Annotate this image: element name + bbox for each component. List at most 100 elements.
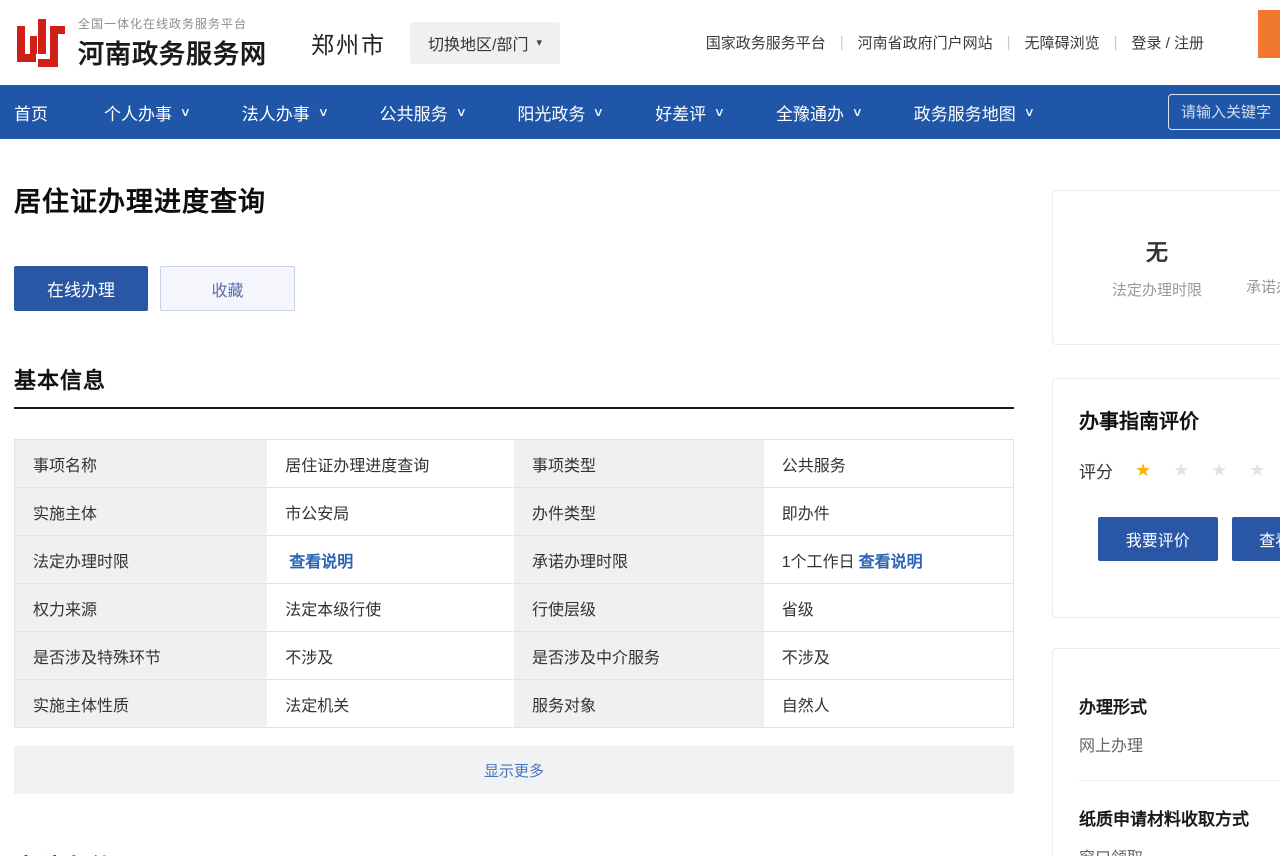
- star-icon[interactable]: ★: [1135, 460, 1151, 481]
- info-label-cell: 服务对象: [514, 680, 764, 728]
- view-explanation-link[interactable]: 查看说明: [289, 554, 353, 571]
- nav-item[interactable]: 法人办事 ∨: [216, 100, 354, 125]
- cell-text: 实施主体: [33, 506, 97, 523]
- chevron-down-icon: ∨: [714, 105, 725, 119]
- view-ratings-button[interactable]: 查看评价: [1232, 517, 1280, 561]
- cell-text: 行使层级: [532, 602, 596, 619]
- table-row: 法定办理时限查看说明承诺办理时限1个工作日查看说明: [15, 536, 1014, 584]
- cell-text: 市公安局: [285, 506, 349, 523]
- nav-item[interactable]: 公共服务 ∨: [354, 100, 492, 125]
- region-switcher-label: 切换地区/部门: [428, 31, 528, 55]
- info-value-cell: 查看说明: [267, 536, 514, 584]
- info-value-cell: 居住证办理进度查询: [267, 440, 514, 488]
- orange-accent-block[interactable]: [1258, 10, 1280, 58]
- cell-text: 事项类型: [532, 458, 596, 475]
- rating-buttons: 我要评价 查看评价: [1098, 517, 1280, 561]
- cell-text: 是否涉及特殊环节: [33, 650, 161, 667]
- nav-item-label: 好差评: [655, 100, 706, 125]
- chevron-down-icon: ∨: [593, 105, 604, 119]
- chevron-down-icon: ∨: [180, 105, 191, 119]
- region-switcher-button[interactable]: 切换地区/部门 ▾: [410, 22, 560, 64]
- top-link[interactable]: 无障碍浏览: [1025, 32, 1100, 53]
- nav-item[interactable]: 阳光政务∨: [491, 100, 629, 125]
- apply-conditions-heading: 申请条件: [14, 848, 1014, 856]
- link-separator: |: [1114, 34, 1118, 51]
- nav-item[interactable]: 个人办事 ∨: [78, 100, 216, 125]
- show-more-button[interactable]: 显示更多: [14, 746, 1014, 794]
- site-tagline: 全国一体化在线政务服务平台: [78, 15, 267, 32]
- chevron-down-icon: ∨: [317, 105, 328, 119]
- stat-value: 无: [1101, 235, 1213, 267]
- star-icon[interactable]: ★: [1173, 460, 1189, 481]
- nav-item-label: 全豫通办: [776, 100, 844, 125]
- nav-item-label: 政务服务地图: [914, 100, 1016, 125]
- info-label-cell: 是否涉及特殊环节: [15, 632, 268, 680]
- info-label-cell: 事项类型: [514, 440, 764, 488]
- info-label-cell: 法定办理时限: [15, 536, 268, 584]
- top-links: 国家政务服务平台 | 河南省政府门户网站 | 无障碍浏览 | 登录 / 注册: [706, 32, 1204, 53]
- nav-item-label: 公共服务: [380, 100, 448, 125]
- nav-item-label: 个人办事: [104, 100, 172, 125]
- link-separator: |: [840, 34, 844, 51]
- nav-item[interactable]: 好差评 ∨: [629, 100, 750, 125]
- search-input[interactable]: [1168, 94, 1280, 130]
- cell-text: 事项名称: [33, 458, 97, 475]
- nav-item[interactable]: 首页: [14, 100, 78, 125]
- info-label-cell: 行使层级: [514, 584, 764, 632]
- cell-text: 承诺办理时限: [532, 554, 628, 571]
- info-item-value: 网上办理: [1079, 732, 1280, 756]
- info-value-cell: 1个工作日查看说明: [764, 536, 1014, 584]
- action-row: 在线办理 收藏: [14, 266, 1014, 311]
- stat: 1承诺办理时限: [1235, 238, 1280, 297]
- nav-item-label: 首页: [14, 100, 48, 125]
- star-rating: ★★★★★: [1135, 460, 1280, 481]
- rating-heading: 办事指南评价: [1079, 405, 1280, 434]
- view-explanation-link[interactable]: 查看说明: [859, 554, 923, 571]
- main-nav-items: 首页个人办事∨法人办事∨公共服务∨阳光政务∨好差评∨全豫通办∨政务服务地图∨: [14, 100, 1060, 125]
- favorite-button[interactable]: 收藏: [160, 266, 295, 311]
- top-link[interactable]: 国家政务服务平台: [706, 32, 826, 53]
- info-value-cell: 即办件: [764, 488, 1014, 536]
- basic-info-table: 事项名称居住证办理进度查询事项类型公共服务实施主体市公安局办件类型即办件法定办理…: [14, 439, 1014, 728]
- cell-text: 自然人: [782, 698, 830, 715]
- star-icon[interactable]: ★: [1249, 460, 1265, 481]
- info-label-cell: 权力来源: [15, 584, 268, 632]
- info-value-cell: 不涉及: [267, 632, 514, 680]
- top-link[interactable]: 登录 / 注册: [1131, 32, 1204, 53]
- cell-text: 1个工作日: [782, 554, 855, 571]
- nav-item[interactable]: 政务服务地图 ∨: [888, 100, 1060, 125]
- content: 居住证办理进度查询 在线办理 收藏 基本信息 事项名称居住证办理进度查询事项类型…: [14, 180, 1014, 856]
- cell-text: 权力来源: [33, 602, 97, 619]
- info-value-cell: 法定本级行使: [267, 584, 514, 632]
- info-label-cell: 实施主体: [15, 488, 268, 536]
- info-label-cell: 是否涉及中介服务: [514, 632, 764, 680]
- stat: 无法定办理时限: [1101, 235, 1213, 300]
- chevron-down-icon: ∨: [1023, 105, 1034, 119]
- time-limit-stats-card: 无法定办理时限 1承诺办理时限: [1052, 190, 1280, 345]
- caret-down-icon: ▾: [536, 36, 542, 49]
- info-item-value: 窗口领取: [1079, 844, 1280, 856]
- star-icon[interactable]: ★: [1211, 460, 1227, 481]
- rate-now-button[interactable]: 我要评价: [1098, 517, 1218, 561]
- nav-item[interactable]: 全豫通办∨: [750, 100, 888, 125]
- site-header: 全国一体化在线政务服务平台 河南政务服务网 郑州市 切换地区/部门 ▾ 国家政务…: [0, 0, 1280, 85]
- link-separator: |: [1007, 34, 1011, 51]
- current-city: 郑州市: [311, 26, 386, 60]
- cell-text: 不涉及: [285, 650, 333, 667]
- stat-label: 法定办理时限: [1101, 279, 1213, 300]
- online-handle-button[interactable]: 在线办理: [14, 266, 148, 311]
- table-row: 实施主体性质法定机关服务对象自然人: [15, 680, 1014, 728]
- main-nav: 首页个人办事∨法人办事∨公共服务∨阳光政务∨好差评∨全豫通办∨政务服务地图∨: [0, 85, 1280, 139]
- top-link[interactable]: 河南省政府门户网站: [858, 32, 993, 53]
- divider: [1079, 780, 1280, 781]
- score-label: 评分: [1079, 458, 1113, 483]
- chevron-down-icon: ∨: [455, 105, 466, 119]
- table-row: 权力来源法定本级行使行使层级省级: [15, 584, 1014, 632]
- cell-text: 法定机关: [285, 698, 349, 715]
- info-value-cell: 市公安局: [267, 488, 514, 536]
- nav-item-label: 法人办事: [242, 100, 310, 125]
- cell-text: 居住证办理进度查询: [285, 458, 429, 475]
- page-title: 居住证办理进度查询: [14, 180, 1014, 219]
- table-row: 是否涉及特殊环节不涉及是否涉及中介服务不涉及: [15, 632, 1014, 680]
- rating-row: 评分 ★★★★★: [1079, 458, 1280, 483]
